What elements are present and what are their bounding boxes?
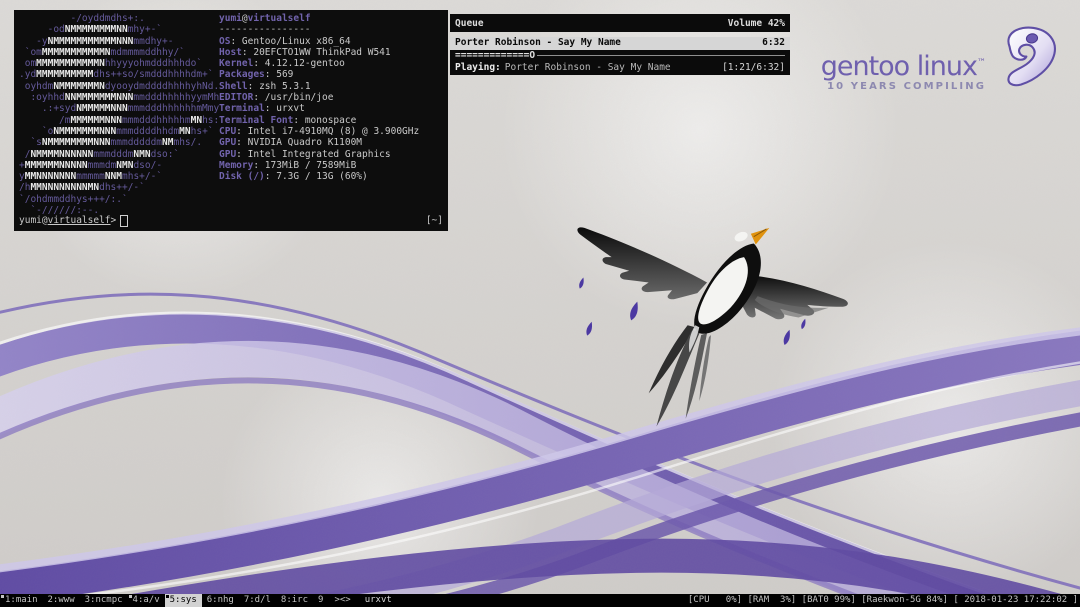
prompt-symbol: > (110, 215, 117, 227)
player-main-window[interactable]: Porter Robinson - Say My Name 6:32 =====… (450, 37, 790, 75)
gentoo-ascii-art: -/oyddmdhs+:. -odNMMMMMMMMNNmhy+-` -yNMM… (19, 13, 220, 217)
track-title: Porter Robinson - Say My Name (455, 37, 621, 48)
workspace-tag-1:main[interactable]: 1:main (0, 594, 43, 607)
progress-fill: ============= (455, 49, 530, 61)
penguin-beak (750, 227, 770, 245)
playing-label: Playing: (455, 62, 501, 74)
terminal-window[interactable]: -/oyddmdhs+:. -odNMMMMMMMMNNmhy+-` -yNMM… (14, 10, 448, 231)
tag-client-indicator (1, 595, 4, 598)
tag-client-indicator (128, 595, 132, 598)
penguin-left-wing (577, 227, 708, 300)
player-header-window[interactable]: Queue Volume 42% (450, 14, 790, 32)
workspace-tag-4:a/v[interactable]: 4:a/v (128, 594, 165, 607)
system-status-text: [CPU 0%] [RAM 3%] [BAT0 99%] [Raekwon-5G… (687, 595, 1078, 605)
workspace-tag-6:nhg[interactable]: 6:nhg (202, 594, 239, 607)
progress-knob: O (529, 49, 536, 61)
gentoo-logo-title: gentoo linux™ (820, 51, 986, 82)
playing-track: Porter Robinson - Say My Name (504, 62, 671, 74)
focused-window-title: urxvt (364, 595, 392, 605)
shell-prompt[interactable]: yumi@ virtualself > [~] (19, 215, 443, 227)
queue-title: Queue (455, 17, 484, 29)
track-duration: 6:32 (762, 37, 785, 48)
penguin-cap (734, 231, 748, 242)
gentoo-logo: gentoo linux™ 10 YEARS COMPILING (821, 20, 1060, 96)
gentoo-logo-subtitle: 10 YEARS COMPILING (827, 81, 986, 92)
penguin-artwork (577, 227, 848, 427)
status-bar: 1:main 2:www 3:ncmpc 4:a/v 5:sys 6:nhg 7:d/l 8:… (0, 594, 1080, 607)
workspace-tag-7:d/l[interactable]: 7:d/l (239, 594, 276, 607)
queue-selected-track[interactable]: Porter Robinson - Say My Name 6:32 (450, 37, 790, 50)
workspace-tag-9[interactable]: 9 (313, 594, 328, 607)
working-directory: [~] (425, 215, 443, 227)
prompt-host: virtualself (47, 215, 111, 227)
workspace-tags: 1:main 2:www 3:ncmpc 4:a/v 5:sys 6:nhg 7:d/l 8:… (0, 594, 328, 607)
prompt-user: yumi@ (19, 215, 48, 227)
progress-remaining (537, 55, 785, 57)
tag-client-indicator (165, 595, 169, 598)
trademark-symbol: ™ (977, 58, 986, 68)
progress-bar[interactable]: ============= O (450, 50, 790, 63)
workspace-tag-8:irc[interactable]: 8:irc (276, 594, 313, 607)
volume-indicator: Volume 42% (727, 17, 785, 29)
workspace-tag-2:www[interactable]: 2:www (43, 594, 80, 607)
layout-symbol[interactable]: ><> (328, 594, 356, 607)
playing-status: Playing: Porter Robinson - Say My Name [… (450, 62, 790, 75)
desktop: gentoo linux™ 10 YEARS COMPILING -/oyddm… (0, 0, 1080, 607)
gentoo-swirl-icon (1007, 26, 1056, 87)
playing-time: [1:21/6:32] (722, 62, 785, 74)
workspace-tag-3:ncmpc[interactable]: 3:ncmpc (80, 594, 128, 607)
workspace-tag-5:sys[interactable]: 5:sys (164, 594, 202, 607)
terminal-cursor (120, 215, 129, 227)
system-info: yumi@virtualself ---------------- OS: Gent… (219, 13, 420, 183)
